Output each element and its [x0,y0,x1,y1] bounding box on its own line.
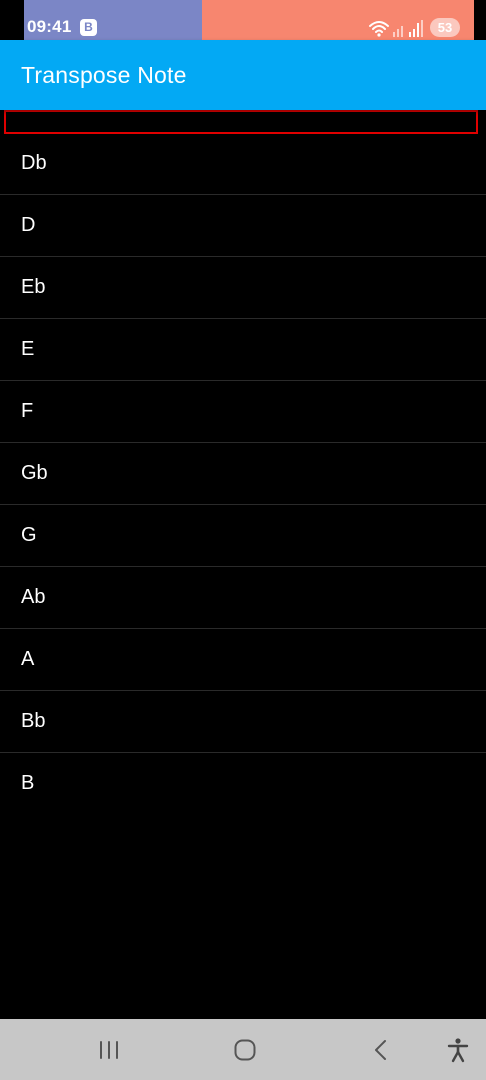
accessibility-icon [447,1038,469,1063]
battery-indicator: 53 [430,18,460,37]
list-item-f[interactable]: F [0,381,486,443]
list-item-label: A [21,648,35,670]
list-item-bb[interactable]: Bb [0,691,486,753]
list-item-gb[interactable]: Gb [0,443,486,505]
recent-apps-icon [100,1041,118,1059]
signal-icon [409,20,423,37]
back-button[interactable] [364,1033,398,1067]
list-item-d[interactable]: D [0,195,486,257]
list-item-eb[interactable]: Eb [0,257,486,319]
list-item-label: G [21,524,37,546]
list-item-g[interactable]: G [0,505,486,567]
list-item-label: Db [21,152,47,174]
note-list: Db D Eb E F Gb G Ab A Bb B [0,133,486,814]
page-title: Transpose Note [21,62,187,88]
connectivity-icons [369,20,423,37]
list-item-label: Eb [21,276,46,298]
list-item-ab[interactable]: Ab [0,567,486,629]
status-time: 09:41 [27,17,72,36]
list-item-label: E [21,338,35,360]
status-bar: 09:41 B 53 [0,0,486,40]
app-bar: Transpose Note [0,40,486,110]
system-navigation-bar [0,1019,486,1080]
home-button[interactable] [228,1033,262,1067]
list-item-label: Gb [21,462,48,484]
list-item-e[interactable]: E [0,319,486,381]
back-icon [375,1040,386,1060]
list-item-label: Ab [21,586,46,608]
list-item-a[interactable]: A [0,629,486,691]
recent-apps-button[interactable] [92,1033,126,1067]
signal-icon [393,26,403,37]
list-item-label: Bb [21,710,46,732]
list-item-label: D [21,214,36,236]
screen: 09:41 B 53 Transpose Note Db D Eb E F Gb… [0,0,486,1080]
list-item-db[interactable]: Db [0,133,486,195]
list-item-label: B [21,772,35,794]
wifi-icon [369,21,389,33]
app-notification-icon: B [80,19,97,36]
accessibility-button[interactable] [441,1033,475,1067]
highlighted-list-item[interactable] [4,110,478,134]
list-item-b[interactable]: B [0,753,486,814]
list-item-label: F [21,400,34,422]
home-icon [234,1039,256,1061]
